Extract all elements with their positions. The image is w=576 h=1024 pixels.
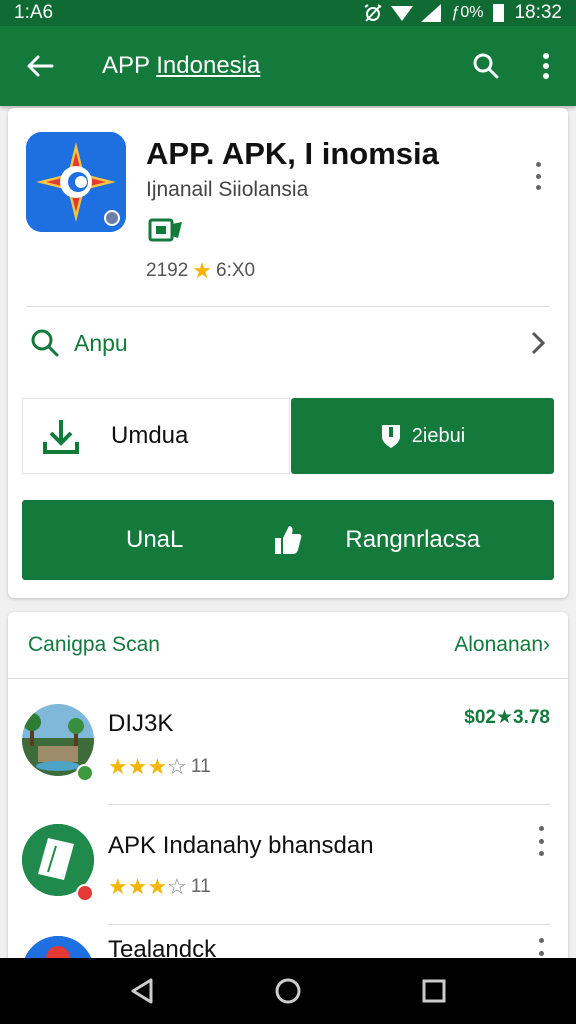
badge-icon	[76, 884, 94, 902]
stars-full: ★★★	[108, 874, 168, 899]
app-rating: 2192 ★ 6:X0	[146, 258, 255, 284]
signal-icon	[421, 4, 442, 22]
install-label-right: Rangnrlacsa	[345, 526, 481, 553]
dot	[535, 162, 541, 167]
divider	[8, 678, 568, 679]
install-button[interactable]: UnaL Rangnrlacsa	[22, 500, 554, 580]
back-button[interactable]	[0, 26, 80, 106]
overflow-menu-button[interactable]	[516, 26, 576, 106]
wifi-icon	[391, 6, 414, 21]
dot	[538, 838, 544, 844]
secondary-action-button[interactable]: 2iebui	[291, 398, 554, 474]
secondary-action-label: 2iebui	[411, 424, 466, 447]
nav-back-icon[interactable]	[129, 977, 155, 1005]
editors-choice-badge	[148, 218, 184, 247]
chevron-right-icon	[531, 331, 546, 355]
download-label: Umdua	[111, 422, 189, 449]
stars-full: ★★★	[108, 754, 168, 779]
divider	[108, 924, 550, 925]
play-badge-icon	[76, 764, 94, 782]
shield-icon	[381, 425, 400, 448]
divider	[108, 804, 550, 805]
list-item-price: $02★3.78	[464, 707, 550, 728]
dot	[538, 851, 544, 856]
search-button[interactable]	[456, 26, 516, 106]
app-details-card: APP. APK, I inomsia Ijnanail Siiolansia …	[8, 108, 568, 598]
install-label-left: UnaL	[126, 526, 184, 553]
dot	[538, 826, 544, 831]
list-header: Canigpa Scan Alonanan›	[8, 612, 568, 678]
search-row-label: Anpu	[74, 329, 128, 356]
stars-empty: ☆	[167, 874, 187, 899]
app-title: APP. APK, I inomsia	[146, 136, 439, 171]
list-item-rating: ★★★ ☆ 11	[108, 874, 211, 900]
dot	[535, 185, 541, 190]
search-row[interactable]: Anpu	[8, 313, 568, 373]
list-more-link[interactable]: Alonanan›	[454, 633, 550, 657]
arrow-back-icon	[27, 55, 54, 77]
list-item[interactable]: APK Indanahy bhansdan ★★★ ☆ 11	[8, 808, 568, 928]
status-icons	[363, 3, 442, 23]
toolbar: APP Indonesia	[0, 26, 576, 106]
stars-empty: ☆	[167, 754, 187, 779]
more-vert-icon	[543, 53, 549, 79]
alarm-icon	[364, 4, 382, 22]
dot	[538, 950, 544, 956]
app-icon	[26, 132, 126, 232]
review-count: 11	[190, 756, 211, 777]
review-count: 11	[190, 876, 211, 897]
toolbar-title-link[interactable]: Indonesia	[156, 52, 260, 79]
dot	[535, 173, 541, 179]
status-right: ƒ0% 18:32	[363, 2, 562, 24]
app-icon-badge	[104, 210, 120, 226]
status-time-right: 18:32	[514, 2, 562, 23]
app-overflow-button[interactable]	[526, 158, 550, 194]
list-item-title: DIJ3K	[108, 710, 174, 737]
toolbar-title: APP Indonesia	[80, 52, 456, 80]
list-item-rating: ★★★ ☆ 11	[108, 754, 211, 780]
status-bar: 1:A6 ƒ0% 18:32	[0, 0, 576, 26]
list-header-title: Canigpa Scan	[28, 633, 160, 656]
search-icon	[31, 329, 59, 357]
download-icon	[43, 420, 79, 454]
app-size: 6:X0	[216, 260, 256, 281]
badge-icon	[148, 218, 182, 242]
rating-count: 2192	[146, 260, 189, 281]
nav-home-icon[interactable]	[274, 977, 302, 1005]
battery-icon	[493, 4, 505, 22]
dot	[538, 938, 544, 943]
list-item-title: APK Indanahy bhansdan	[108, 832, 374, 859]
divider	[26, 306, 550, 307]
search-icon	[473, 53, 499, 79]
app-developer[interactable]: Ijnanail Siiolansia	[146, 178, 308, 202]
status-time-left: 1:A6	[14, 2, 54, 23]
list-item[interactable]: DIJ3K ★★★ ☆ 11 $02★3.78	[8, 688, 568, 808]
battery-percent: ƒ0%	[451, 4, 484, 21]
thumbs-up-icon	[275, 526, 302, 554]
list-item-overflow-button[interactable]	[536, 826, 546, 856]
download-button[interactable]: Umdua	[22, 398, 290, 474]
nav-recents-icon[interactable]	[421, 978, 447, 1004]
navigation-bar	[0, 958, 576, 1024]
star-icon: ★	[192, 258, 213, 283]
toolbar-title-prefix: APP	[102, 52, 157, 79]
similar-apps-card: Canigpa Scan Alonanan› DIJ3K ★★★ ☆ 11 $0…	[8, 612, 568, 972]
